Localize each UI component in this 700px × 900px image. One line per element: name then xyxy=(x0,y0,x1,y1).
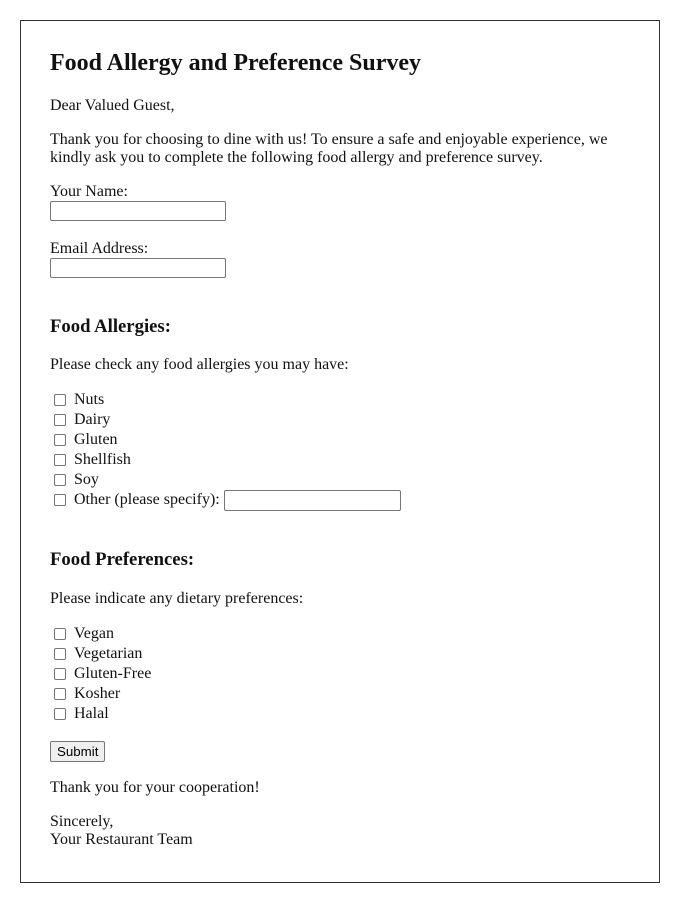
preference-option-halal[interactable]: Halal xyxy=(54,704,109,724)
intro-line-2: kindly ask you to complete the following… xyxy=(50,149,543,166)
preference-option-vegetarian[interactable]: Vegetarian xyxy=(54,644,142,664)
signature-text: Your Restaurant Team xyxy=(50,831,193,848)
checkbox[interactable] xyxy=(54,474,66,486)
intro-line-1: Thank you for choosing to dine with us! … xyxy=(50,131,608,148)
option-label: Vegetarian xyxy=(74,645,143,662)
email-input[interactable] xyxy=(50,258,226,278)
preference-option-kosher[interactable]: Kosher xyxy=(54,684,120,704)
name-input[interactable] xyxy=(50,201,226,221)
preferences-heading: Food Preferences: xyxy=(50,549,195,570)
option-label: Shellfish xyxy=(74,451,131,468)
option-label: Gluten xyxy=(74,431,118,448)
option-label: Other (please specify): xyxy=(74,491,220,508)
option-label: Dairy xyxy=(74,411,111,428)
allergy-option-other[interactable]: Other (please specify): xyxy=(54,489,401,511)
checkbox[interactable] xyxy=(54,708,66,720)
allergies-heading: Food Allergies: xyxy=(50,316,171,337)
survey-card: Food Allergy and Preference Survey Dear … xyxy=(20,20,660,883)
checkbox[interactable] xyxy=(54,414,66,426)
preference-option-vegan[interactable]: Vegan xyxy=(54,624,114,644)
allergy-option-shellfish[interactable]: Shellfish xyxy=(54,450,131,470)
preference-option-gluten-free[interactable]: Gluten-Free xyxy=(54,664,151,684)
allergy-option-dairy[interactable]: Dairy xyxy=(54,410,110,430)
checkbox[interactable] xyxy=(54,434,66,446)
checkbox[interactable] xyxy=(54,628,66,640)
page-title: Food Allergy and Preference Survey xyxy=(50,50,422,76)
allergies-prompt: Please check any food allergies you may … xyxy=(50,356,349,373)
option-label: Kosher xyxy=(74,685,121,702)
submit-button[interactable]: Submit xyxy=(50,741,106,762)
closing-text: Sincerely, xyxy=(50,813,114,830)
greeting: Dear Valued Guest, xyxy=(50,97,175,114)
option-label: Vegan xyxy=(74,625,114,642)
option-label: Soy xyxy=(74,471,99,488)
thanks-text: Thank you for your cooperation! xyxy=(50,779,260,796)
checkbox[interactable] xyxy=(54,494,66,506)
email-label: Email Address: xyxy=(50,240,149,257)
checkbox[interactable] xyxy=(54,454,66,466)
allergy-option-soy[interactable]: Soy xyxy=(54,470,99,490)
checkbox[interactable] xyxy=(54,668,66,680)
option-label: Halal xyxy=(74,705,109,722)
preferences-prompt: Please indicate any dietary preferences: xyxy=(50,590,304,607)
allergy-option-gluten[interactable]: Gluten xyxy=(54,430,118,450)
other-allergy-input[interactable] xyxy=(223,489,401,511)
allergy-option-nuts[interactable]: Nuts xyxy=(54,390,104,410)
option-label: Nuts xyxy=(74,391,105,408)
option-label: Gluten-Free xyxy=(74,665,152,682)
checkbox[interactable] xyxy=(54,648,66,660)
name-label: Your Name: xyxy=(50,183,128,200)
checkbox[interactable] xyxy=(54,688,66,700)
checkbox[interactable] xyxy=(54,394,66,406)
